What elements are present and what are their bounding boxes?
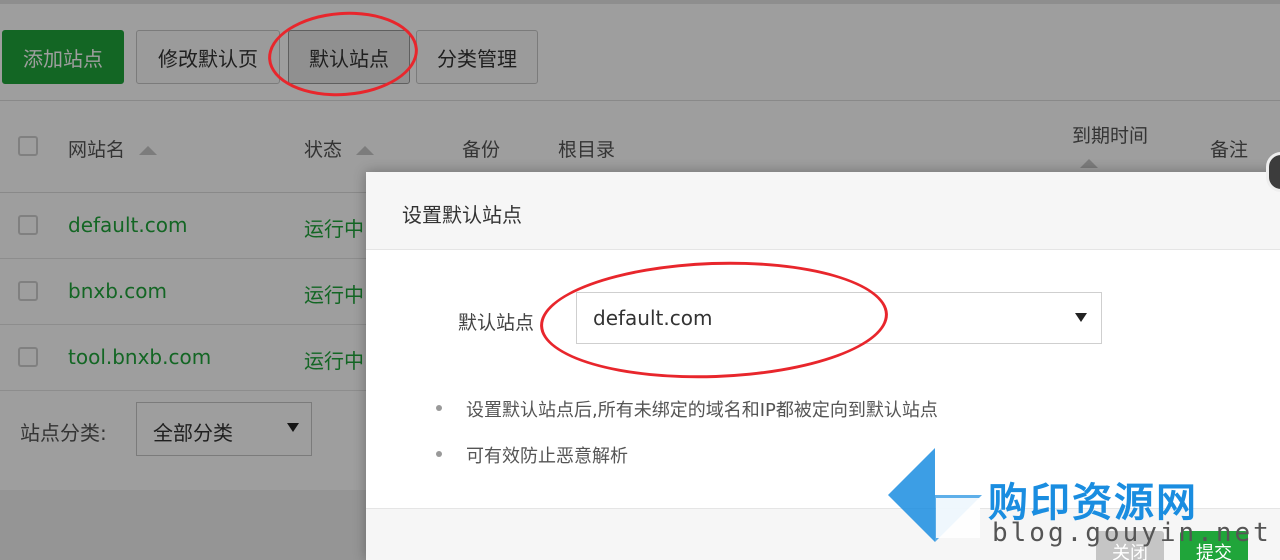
dialog-title: 设置默认站点 xyxy=(402,203,522,227)
watermark-url: blog.gouyin.net xyxy=(992,518,1272,548)
caret-down-icon xyxy=(1075,313,1087,322)
dialog-header: 设置默认站点 xyxy=(366,172,1280,250)
tip-item: 可有效防止恶意解析 xyxy=(436,442,938,468)
dialog-close-icon[interactable] xyxy=(1266,152,1280,192)
tip-item: 设置默认站点后,所有未绑定的域名和IP都被定向到默认站点 xyxy=(436,396,938,422)
dialog-tips: 设置默认站点后,所有未绑定的域名和IP都被定向到默认站点 可有效防止恶意解析 xyxy=(436,396,938,488)
default-site-label: 默认站点 xyxy=(458,312,535,334)
watermark-logo-icon xyxy=(888,448,982,542)
